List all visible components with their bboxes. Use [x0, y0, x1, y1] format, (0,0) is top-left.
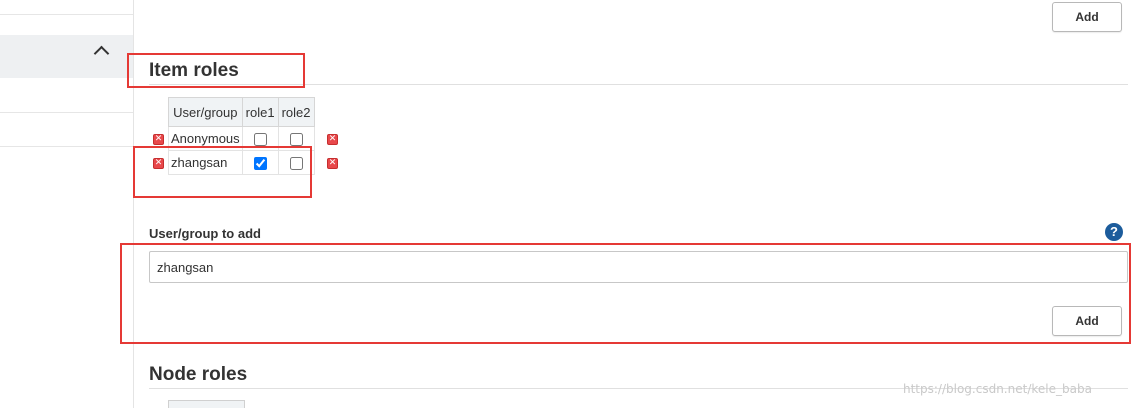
- sidebar: [0, 0, 134, 408]
- node-roles-title: Node roles: [149, 364, 248, 385]
- item-roles-table: User/group role1 role2 Anonymous zhangsa…: [168, 97, 315, 175]
- zhangsan-role2-checkbox[interactable]: [289, 157, 303, 171]
- table-row: zhangsan: [168, 150, 315, 175]
- delete-row-icon[interactable]: ✕: [153, 158, 164, 169]
- sidebar-divider: [0, 14, 133, 15]
- table-row: Anonymous: [168, 126, 315, 151]
- user-group-label: User/group to add: [149, 226, 261, 241]
- help-icon[interactable]: ?: [1105, 223, 1123, 241]
- add-user-button[interactable]: Add: [1052, 306, 1122, 336]
- anonymous-role2-checkbox[interactable]: [289, 133, 303, 147]
- user-name-cell: zhangsan: [168, 150, 243, 175]
- column-header-user-group: User/group: [168, 97, 243, 127]
- sidebar-divider: [0, 112, 133, 113]
- anonymous-role1-checkbox[interactable]: [253, 133, 267, 147]
- column-header-role1: role1: [241, 97, 279, 127]
- delete-row-icon[interactable]: ✕: [327, 158, 338, 169]
- watermark: https://blog.csdn.net/kele_baba: [903, 382, 1092, 396]
- zhangsan-role1-checkbox[interactable]: [253, 157, 267, 171]
- sidebar-divider: [0, 146, 133, 147]
- user-group-input[interactable]: [149, 251, 1128, 283]
- user-name-cell: Anonymous: [168, 126, 243, 151]
- node-roles-table: [168, 400, 245, 408]
- sidebar-section-toggle[interactable]: [0, 35, 133, 78]
- item-roles-title: Item roles: [149, 60, 239, 81]
- add-role-button[interactable]: Add: [1052, 2, 1122, 32]
- chevron-up-icon[interactable]: [93, 45, 110, 62]
- section-divider: [149, 84, 1128, 85]
- delete-row-icon[interactable]: ✕: [327, 134, 338, 145]
- delete-row-icon[interactable]: ✕: [153, 134, 164, 145]
- column-header-role2: role2: [277, 97, 315, 127]
